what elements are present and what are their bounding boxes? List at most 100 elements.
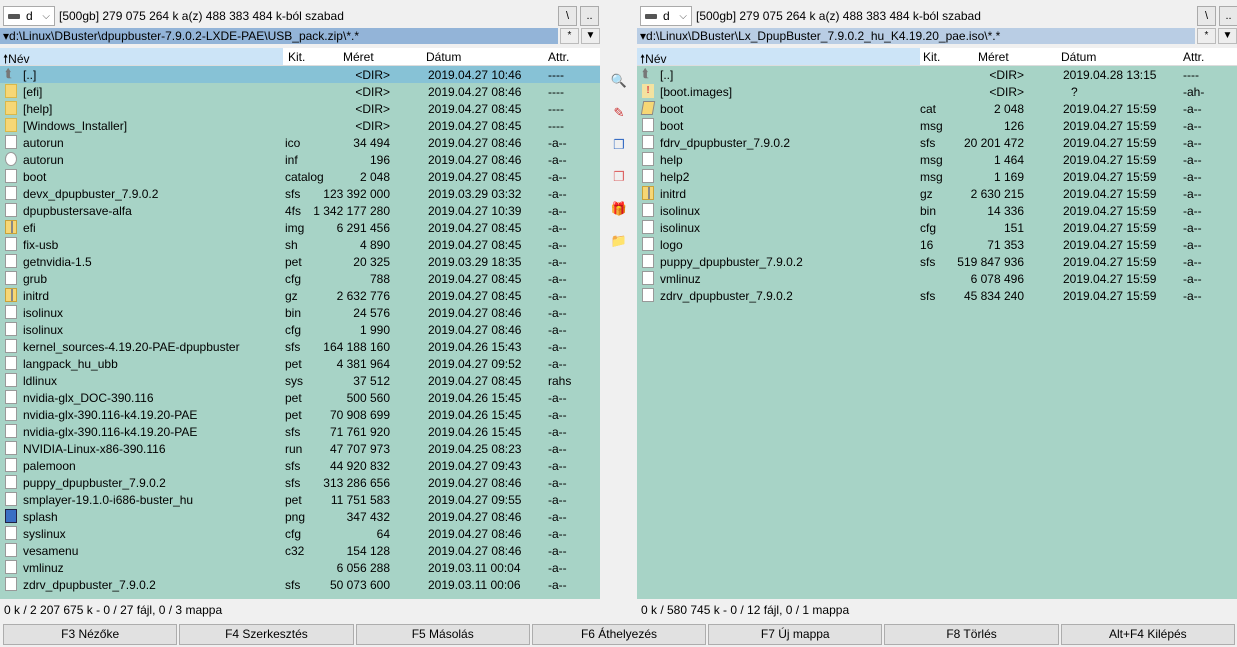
root-button[interactable]: \ xyxy=(558,6,577,26)
file-row[interactable]: getnvidia-1.5 pet 20 325 2019.03.29 18:3… xyxy=(0,253,600,270)
file-row[interactable]: isolinux bin 24 576 2019.04.27 08:46 -a-… xyxy=(0,304,600,321)
file-name: puppy_dpupbuster_7.9.0.2 xyxy=(660,255,803,269)
file-row[interactable]: puppy_dpupbuster_7.9.0.2 sfs 519 847 936… xyxy=(637,253,1237,270)
file-size: 64 xyxy=(376,527,390,541)
current-path[interactable]: ▾d:\Linux\DBuster\dpupbuster-7.9.0.2-LXD… xyxy=(0,28,558,44)
file-row[interactable]: zdrv_dpupbuster_7.9.0.2 sfs 50 073 600 2… xyxy=(0,576,600,593)
file-list[interactable]: ⮬ [..] <DIR> 2019.04.28 13:15 ----! [boo… xyxy=(637,66,1237,599)
f7-new-folder-button[interactable]: F7 Új mappa xyxy=(708,624,883,645)
move-icon[interactable]: ❐ xyxy=(610,169,628,187)
col-date[interactable]: Dátum xyxy=(1061,50,1096,64)
file-row[interactable]: initrd gz 2 630 215 2019.04.27 15:59 -a-… xyxy=(637,185,1237,202)
drive-select[interactable]: d ⌵ xyxy=(3,6,55,26)
file-row[interactable]: nvidia-glx_DOC-390.116 pet 500 560 2019.… xyxy=(0,389,600,406)
file-row[interactable]: nvidia-glx-390.116-k4.19.20-PAE pet 70 9… xyxy=(0,406,600,423)
file-row[interactable]: isolinux cfg 151 2019.04.27 15:59 -a-- xyxy=(637,219,1237,236)
file-row[interactable]: help msg 1 464 2019.04.27 15:59 -a-- xyxy=(637,151,1237,168)
f4-edit-button[interactable]: F4 Szerkesztés xyxy=(179,624,354,645)
file-row[interactable]: ! [boot.images] <DIR> ? -ah- xyxy=(637,83,1237,100)
file-row[interactable]: nvidia-glx-390.116-k4.19.20-PAE sfs 71 7… xyxy=(0,423,600,440)
col-attr[interactable]: Attr. xyxy=(1183,50,1204,64)
file-row[interactable]: [efi] <DIR> 2019.04.27 08:46 ---- xyxy=(0,83,600,100)
file-row[interactable]: autorun ico 34 494 2019.04.27 08:46 -a-- xyxy=(0,134,600,151)
file-row[interactable]: help2 msg 1 169 2019.04.27 15:59 -a-- xyxy=(637,168,1237,185)
parent-button[interactable]: .. xyxy=(1219,6,1237,26)
root-button[interactable]: \ xyxy=(1197,6,1216,26)
file-row[interactable]: kernel_sources-4.19.20-PAE-dpupbuster sf… xyxy=(0,338,600,355)
file-row[interactable]: [help] <DIR> 2019.04.27 08:45 ---- xyxy=(0,100,600,117)
file-row[interactable]: isolinux bin 14 336 2019.04.27 15:59 -a-… xyxy=(637,202,1237,219)
file-row[interactable]: syslinux cfg 64 2019.04.27 08:46 -a-- xyxy=(0,525,600,542)
file-attr: ---- xyxy=(548,68,564,82)
f3-view-button[interactable]: F3 Nézőke xyxy=(3,624,178,645)
col-ext[interactable]: Kit. xyxy=(923,50,940,64)
file-icon xyxy=(5,407,17,421)
file-row[interactable]: vmlinuz 6 078 496 2019.04.27 15:59 -a-- xyxy=(637,270,1237,287)
file-name: zdrv_dpupbuster_7.9.0.2 xyxy=(660,289,793,303)
file-row[interactable]: fdrv_dpupbuster_7.9.0.2 sfs 20 201 472 2… xyxy=(637,134,1237,151)
file-row[interactable]: splash png 347 432 2019.04.27 08:46 -a-- xyxy=(0,508,600,525)
file-row[interactable]: ldlinux sys 37 512 2019.04.27 08:45 rahs xyxy=(0,372,600,389)
col-size[interactable]: Méret xyxy=(343,50,374,64)
parent-button[interactable]: .. xyxy=(580,6,599,26)
file-row[interactable]: boot catalog 2 048 2019.04.27 08:45 -a-- xyxy=(0,168,600,185)
filter-button[interactable]: * xyxy=(1197,28,1216,44)
col-size[interactable]: Méret xyxy=(978,50,1009,64)
filter-button[interactable]: * xyxy=(560,28,579,44)
col-name[interactable]: 🠕Név xyxy=(637,48,920,66)
file-ext: run xyxy=(285,442,303,456)
file-name: nvidia-glx_DOC-390.116 xyxy=(23,391,154,405)
f6-move-button[interactable]: F6 Áthelyezés xyxy=(531,624,707,645)
history-button[interactable]: ▼ xyxy=(581,28,600,44)
exit-button[interactable]: Alt+F4 Kilépés xyxy=(1060,624,1235,645)
file-row[interactable]: boot cat 2 048 2019.04.27 15:59 -a-- xyxy=(637,100,1237,117)
edit-icon[interactable]: ✎ xyxy=(610,105,628,123)
file-name: [help] xyxy=(23,102,53,116)
f8-delete-button[interactable]: F8 Törlés xyxy=(884,624,1059,645)
file-date: 2019.04.27 08:45 xyxy=(428,374,522,388)
file-row[interactable]: ⮬ [..] <DIR> 2019.04.28 13:15 ---- xyxy=(637,66,1237,83)
file-row[interactable]: puppy_dpupbuster_7.9.0.2 sfs 313 286 656… xyxy=(0,474,600,491)
file-row[interactable]: autorun inf 196 2019.04.27 08:46 -a-- xyxy=(0,151,600,168)
copy-icon[interactable]: ❐ xyxy=(610,137,628,155)
col-ext[interactable]: Kit. xyxy=(288,50,305,64)
file-attr: -a-- xyxy=(1183,187,1202,201)
view-icon[interactable]: 🔍 xyxy=(610,73,628,91)
pack-icon[interactable]: 🎁 xyxy=(610,201,628,219)
file-list[interactable]: ⮬ [..] <DIR> 2019.04.27 10:46 ---- [efi]… xyxy=(0,66,600,599)
file-row[interactable]: [Windows_Installer] <DIR> 2019.04.27 08:… xyxy=(0,117,600,134)
file-row[interactable]: isolinux cfg 1 990 2019.04.27 08:46 -a-- xyxy=(0,321,600,338)
drive-select[interactable]: d ⌵ xyxy=(640,6,692,26)
file-row[interactable]: langpack_hu_ubb pet 4 381 964 2019.04.27… xyxy=(0,355,600,372)
col-attr[interactable]: Attr. xyxy=(548,50,569,64)
current-path[interactable]: ▾d:\Linux\DBuster\Lx_DpupBuster_7.9.0.2_… xyxy=(637,28,1195,44)
col-date[interactable]: Dátum xyxy=(426,50,461,64)
history-button[interactable]: ▼ xyxy=(1218,28,1237,44)
file-attr: -a-- xyxy=(548,204,567,218)
file-row[interactable]: devx_dpupbuster_7.9.0.2 sfs 123 392 000 … xyxy=(0,185,600,202)
file-row[interactable]: palemoon sfs 44 920 832 2019.04.27 09:43… xyxy=(0,457,600,474)
file-date: 2019.04.26 15:45 xyxy=(428,408,522,422)
file-row[interactable]: ⮬ [..] <DIR> 2019.04.27 10:46 ---- xyxy=(0,66,600,83)
file-row[interactable]: boot msg 126 2019.04.27 15:59 -a-- xyxy=(637,117,1237,134)
file-name: kernel_sources-4.19.20-PAE-dpupbuster xyxy=(23,340,240,354)
f5-copy-button[interactable]: F5 Másolás xyxy=(355,624,530,645)
file-row[interactable]: zdrv_dpupbuster_7.9.0.2 sfs 45 834 240 2… xyxy=(637,287,1237,304)
file-row[interactable]: vesamenu c32 154 128 2019.04.27 08:46 -a… xyxy=(0,542,600,559)
drive-bar: d ⌵ [500gb] 279 075 264 k a(z) 488 383 48… xyxy=(0,4,600,26)
file-row[interactable]: fix-usb sh 4 890 2019.04.27 08:45 -a-- xyxy=(0,236,600,253)
file-attr: -a-- xyxy=(1183,289,1202,303)
col-name[interactable]: 🠕Név xyxy=(0,48,283,66)
file-attr: -a-- xyxy=(548,510,567,524)
file-size: 45 834 240 xyxy=(963,289,1024,303)
file-row[interactable]: NVIDIA-Linux-x86-390.116 run 47 707 973 … xyxy=(0,440,600,457)
file-row[interactable]: vmlinuz 6 056 288 2019.03.11 00:04 -a-- xyxy=(0,559,600,576)
file-row[interactable]: efi img 6 291 456 2019.04.27 08:45 -a-- xyxy=(0,219,600,236)
file-ext: ico xyxy=(285,136,301,150)
file-row[interactable]: dpupbustersave-alfa 4fs 1 342 177 280 20… xyxy=(0,202,600,219)
file-row[interactable]: logo 16 71 353 2019.04.27 15:59 -a-- xyxy=(637,236,1237,253)
file-row[interactable]: grub cfg 788 2019.04.27 08:45 -a-- xyxy=(0,270,600,287)
file-row[interactable]: initrd gz 2 632 776 2019.04.27 08:45 -a-… xyxy=(0,287,600,304)
new-folder-icon[interactable]: 📁 xyxy=(610,233,628,251)
file-row[interactable]: smplayer-19.1.0-i686-buster_hu pet 11 75… xyxy=(0,491,600,508)
